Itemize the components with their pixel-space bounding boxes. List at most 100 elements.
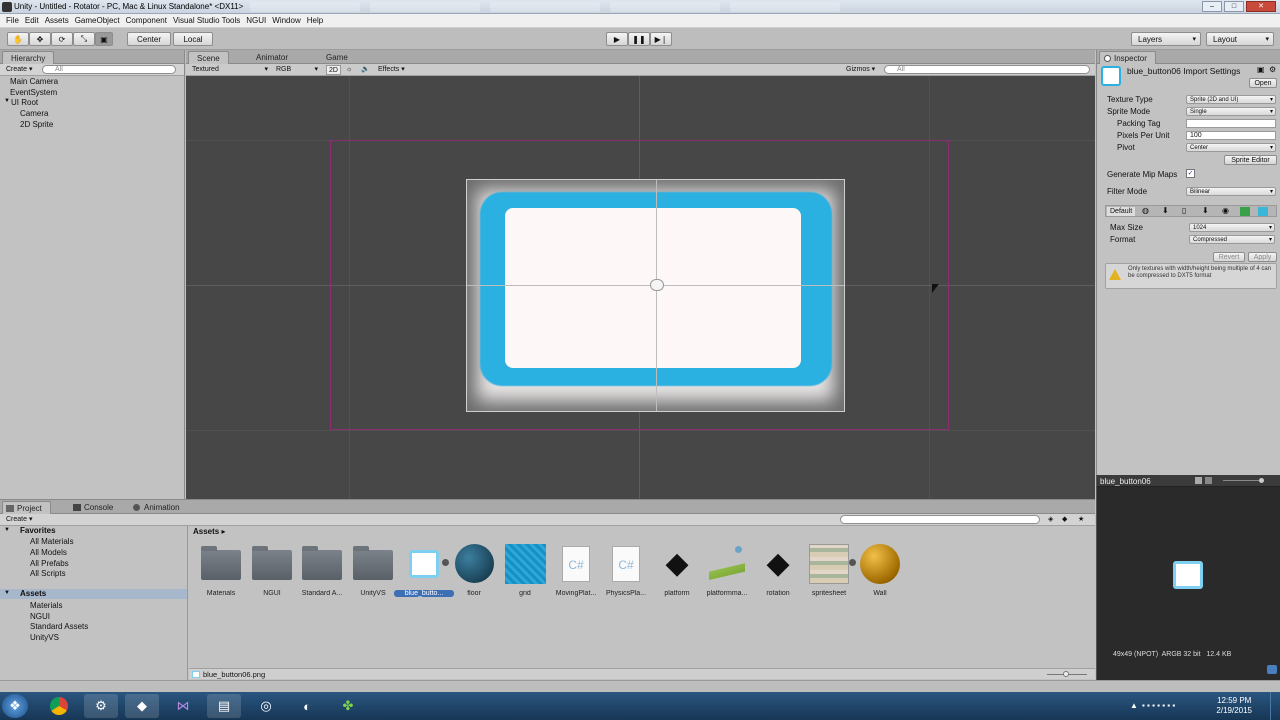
hierarchy-item-ui-root[interactable]: UI Root (11, 98, 38, 107)
layers-dropdown[interactable]: Layers (1131, 32, 1201, 46)
expand-triangle-icon[interactable]: ▼ (4, 527, 10, 533)
texture-type-dropdown[interactable]: Sprite (2D and UI) (1186, 95, 1276, 104)
tree-item-materials[interactable]: Materials (30, 601, 62, 610)
menu-edit[interactable]: Edit (25, 16, 39, 25)
tab-game[interactable]: Game (318, 51, 356, 64)
filter-type-icon[interactable]: ◈ (1048, 515, 1053, 525)
layout-dropdown[interactable]: Layout (1206, 32, 1274, 46)
assets-selected-row[interactable]: ▼ Assets (0, 589, 187, 599)
hierarchy-search-input[interactable]: All (42, 65, 176, 74)
unity-taskbar-icon[interactable]: ◆ (125, 694, 159, 718)
web-platform-icon[interactable]: ◍ (1142, 206, 1149, 215)
tray-icons[interactable]: ▪ ▪ ▪ ▪ ▪ ▪ ▪ (1142, 701, 1175, 710)
pixels-per-unit-input[interactable]: 100 (1186, 131, 1276, 140)
effects-dropdown[interactable]: Effects ▾ (378, 65, 405, 75)
close-button[interactable]: ✕ (1246, 1, 1276, 12)
preview-resize-icon[interactable] (1267, 665, 1277, 674)
filter-label-icon[interactable]: ◆ (1062, 515, 1067, 525)
hierarchy-item-camera[interactable]: Camera (20, 109, 48, 118)
tab-scene[interactable]: Scene (188, 51, 229, 64)
menu-component[interactable]: Component (126, 16, 167, 25)
expand-sprite-icon[interactable] (442, 559, 449, 566)
tree-item-standard-assets[interactable]: Standard Assets (30, 622, 88, 631)
project-breadcrumb[interactable]: Assets ▸ (193, 527, 225, 536)
menu-ngui[interactable]: NGUI (246, 16, 266, 25)
app-icon[interactable]: ▤ (207, 694, 241, 718)
zoom-slider-handle[interactable] (1063, 671, 1069, 677)
shading-mode-dropdown[interactable]: Textured ▾ (192, 65, 268, 75)
expand-triangle-icon[interactable]: ▼ (4, 98, 10, 104)
gizmos-dropdown[interactable]: Gizmos ▾ (846, 65, 875, 75)
format-dropdown[interactable]: Compressed (1189, 235, 1275, 244)
windows-start-icon[interactable]: ❖ (2, 694, 28, 718)
mip-slider[interactable] (1223, 480, 1263, 481)
menu-assets[interactable]: Assets (45, 16, 69, 25)
favorite-all-prefabs[interactable]: All Prefabs (30, 559, 69, 568)
tab-animation[interactable]: Animation (130, 501, 188, 514)
steam-icon[interactable]: ◎ (249, 694, 283, 718)
scene-panel[interactable]: Scene Animator Game Textured ▾ RGB ▾ 2D ☼ … (186, 50, 1095, 499)
sprite-mode-dropdown[interactable]: Single (1186, 107, 1276, 116)
rgb-toggle-icon[interactable] (1195, 477, 1202, 484)
mip-slider-handle[interactable] (1259, 478, 1264, 483)
project-create-dropdown[interactable]: Create ▾ (6, 515, 32, 525)
max-size-dropdown[interactable]: 1024 (1189, 223, 1275, 232)
packing-tag-input[interactable] (1186, 119, 1276, 128)
obs-icon[interactable]: ◐ (290, 694, 324, 718)
chrome-icon[interactable] (42, 694, 76, 718)
tree-item-unityvs[interactable]: UnityVS (30, 633, 59, 642)
mipmaps-checkbox[interactable]: ✓ (1186, 169, 1195, 178)
apply-button[interactable]: Apply (1248, 252, 1277, 262)
filter-mode-dropdown[interactable]: Bilinear (1186, 187, 1276, 196)
expand-sprite-icon[interactable] (849, 559, 856, 566)
tray-arrow-icon[interactable]: ▲ (1130, 701, 1138, 710)
hierarchy-create-dropdown[interactable]: Create ▾ (6, 65, 32, 75)
android-platform-icon[interactable]: ⬇ (1202, 206, 1209, 215)
pivot-local-toggle[interactable]: Local (173, 32, 213, 46)
favorites-header[interactable]: Favorites (20, 526, 56, 535)
hierarchy-item-eventsystem[interactable]: EventSystem (10, 88, 57, 97)
standalone-platform-icon[interactable]: ⬇ (1162, 206, 1169, 215)
audio-toggle-icon[interactable]: 🔈 (361, 65, 370, 75)
rotate-tool-icon[interactable]: ⟳ (51, 32, 73, 46)
visual-studio-icon[interactable]: ⋈ (166, 694, 200, 718)
tab-animator[interactable]: Animator (248, 51, 296, 64)
favorite-all-materials[interactable]: All Materials (30, 537, 74, 546)
help-icon[interactable]: ▣ (1257, 65, 1265, 74)
move-tool-icon[interactable]: ✥ (29, 32, 51, 46)
menu-file[interactable]: File (6, 16, 19, 25)
blackberry-platform-icon[interactable]: ◉ (1222, 206, 1229, 215)
2d-mode-toggle[interactable]: 2D (326, 65, 341, 75)
tree-item-ngui[interactable]: NGUI (30, 612, 50, 621)
blue-button-sprite[interactable] (466, 179, 845, 412)
pivot-center-toggle[interactable]: Center (127, 32, 171, 46)
rect-tool-icon[interactable]: ▣ (95, 32, 113, 46)
hand-tool-icon[interactable]: ✋ (7, 32, 29, 46)
open-button[interactable]: Open (1249, 78, 1277, 88)
minimize-button[interactable]: – (1202, 1, 1222, 12)
menu-gameobject[interactable]: GameObject (75, 16, 120, 25)
tab-project[interactable]: Project (2, 501, 51, 514)
favorite-icon[interactable]: ★ (1078, 515, 1084, 525)
tab-console[interactable]: Console (70, 501, 121, 514)
windows-store-platform-icon[interactable] (1240, 207, 1250, 216)
taskbar-clock[interactable]: 12:59 PM 2/19/2015 (1216, 696, 1252, 716)
step-button[interactable]: ▶❘ (650, 32, 672, 46)
tab-hierarchy[interactable]: Hierarchy (2, 51, 55, 64)
platform-tab-default[interactable]: Default (1107, 207, 1136, 216)
menu-help[interactable]: Help (307, 16, 323, 25)
revert-button[interactable]: Revert (1213, 252, 1245, 262)
favorite-all-scripts[interactable]: All Scripts (30, 569, 66, 578)
lighting-toggle-icon[interactable]: ☼ (346, 65, 352, 75)
maximize-button[interactable]: □ (1224, 1, 1244, 12)
sprite-editor-button[interactable]: Sprite Editor (1224, 155, 1277, 165)
show-desktop-button[interactable] (1270, 692, 1280, 720)
pivot-dropdown[interactable]: Center (1186, 143, 1276, 152)
windows-phone-platform-icon[interactable] (1258, 207, 1268, 216)
scene-search-input[interactable]: All (884, 65, 1090, 74)
render-mode-dropdown[interactable]: RGB ▾ (276, 65, 318, 75)
scale-tool-icon[interactable]: ⤡ (73, 32, 95, 46)
app-icon[interactable]: ✤ (331, 694, 365, 718)
gear-icon[interactable]: ⚙ (1269, 65, 1276, 74)
menu-window[interactable]: Window (272, 16, 300, 25)
